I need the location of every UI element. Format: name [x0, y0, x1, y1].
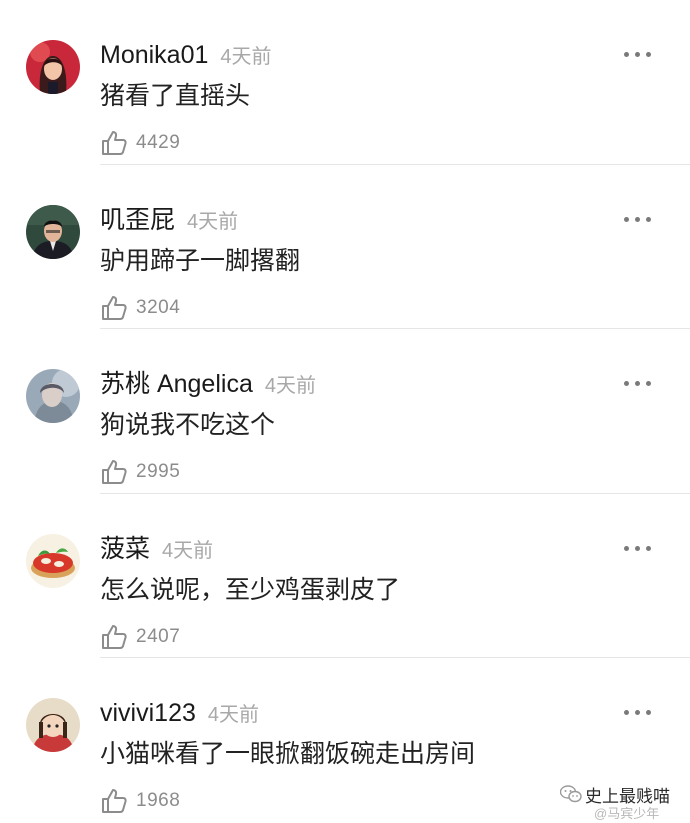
username[interactable]: 菠菜 4天前 [100, 534, 213, 566]
like-count: 1968 [136, 790, 181, 811]
thumbs-up-icon [102, 131, 127, 155]
more-options-icon[interactable] [624, 544, 652, 554]
like-button[interactable]: 1968 [100, 786, 180, 816]
avatar-anime-girl-icon [26, 698, 80, 752]
avatar[interactable] [26, 369, 80, 423]
username-text[interactable]: 菠菜 [100, 535, 150, 563]
comment-time: 4天前 [264, 375, 316, 397]
like-count: 3204 [136, 296, 181, 318]
watermark-subtitle: @马宾少年 [594, 806, 660, 821]
wechat-icon [560, 785, 582, 803]
more-options-icon[interactable] [624, 50, 652, 60]
like-count: 4429 [136, 132, 181, 153]
like-button[interactable]: 2407 [100, 622, 180, 652]
comment-time: 4天前 [207, 704, 259, 726]
comment-time: 4天前 [220, 46, 272, 68]
comment-text: 小猫咪看了一眼掀翻饭碗走出房间 [100, 740, 476, 768]
comment-item: 叽歪屁 4天前 驴用蹄子一脚撂翻 3204 [0, 165, 690, 329]
username-text[interactable]: vivivi123 [100, 699, 196, 727]
username[interactable]: 苏桃 Angelica 4天前 [100, 369, 316, 401]
thumbs-up-icon [102, 295, 127, 320]
username[interactable]: Monika01 4天前 [100, 40, 272, 72]
avatar[interactable] [26, 204, 80, 259]
thumbs-up-icon [102, 789, 127, 813]
more-options-icon[interactable] [624, 708, 652, 718]
username-text[interactable]: 苏桃 Angelica [100, 370, 253, 398]
watermark: 史上最贱喵 @马宾少年 [560, 780, 690, 823]
comment-item: 苏桃 Angelica 4天前 狗说我不吃这个 2995 [0, 329, 690, 494]
more-options-icon[interactable] [624, 379, 652, 389]
avatar-blurry-portrait-icon [26, 369, 80, 423]
avatar[interactable] [26, 40, 80, 94]
thumbs-up-icon [102, 624, 127, 649]
comment-time: 4天前 [187, 210, 239, 233]
comment-item: 菠菜 4天前 怎么说呢，至少鸡蛋剥皮了 2407 [0, 494, 690, 658]
comment-text: 驴用蹄子一脚撂翻 [100, 246, 301, 275]
avatar-man-in-suit-icon [26, 204, 80, 259]
avatar-tomato-sandwich-icon [26, 533, 80, 588]
comment-item: Monika01 4天前 猪看了直摇头 4429 [0, 0, 690, 165]
like-count: 2407 [136, 625, 181, 647]
comment-text: 狗说我不吃这个 [100, 411, 276, 439]
comment-time: 4天前 [162, 539, 214, 562]
like-button[interactable]: 4429 [100, 128, 180, 158]
avatar[interactable] [26, 533, 80, 588]
comment-text: 猪看了直摇头 [100, 82, 251, 110]
username-text[interactable]: Monika01 [100, 41, 208, 69]
avatar-woman-red-background-icon [26, 40, 80, 94]
like-count: 2995 [136, 461, 181, 482]
comment-text: 怎么说呢，至少鸡蛋剥皮了 [100, 575, 401, 604]
username[interactable]: vivivi123 4天前 [100, 698, 259, 730]
avatar[interactable] [26, 698, 80, 752]
username-text[interactable]: 叽歪屁 [100, 206, 175, 234]
like-button[interactable]: 2995 [100, 457, 180, 487]
more-options-icon[interactable] [624, 215, 652, 225]
username[interactable]: 叽歪屁 4天前 [100, 205, 238, 237]
like-button[interactable]: 3204 [100, 293, 180, 323]
thumbs-up-icon [102, 460, 127, 484]
comment-list: Monika01 4天前 猪看了直摇头 4429 叽歪屁 4天前 驴用蹄子一脚撂… [0, 0, 690, 823]
